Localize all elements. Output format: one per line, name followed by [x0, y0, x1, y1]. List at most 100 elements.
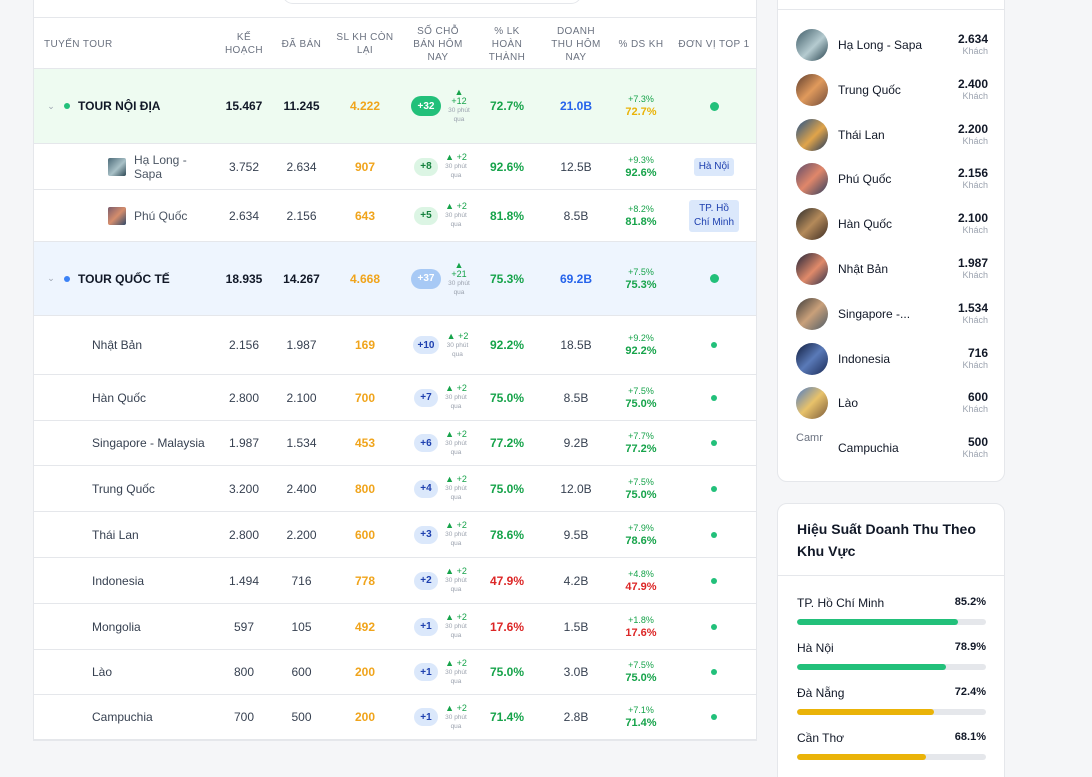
table-row[interactable]: Campuchia 700 500 200 +1 ▲ +2 30 phút qua 71.4%…	[34, 695, 756, 740]
cell-remaining: 4.222	[349, 99, 381, 113]
group-row-international[interactable]: ⌄ TOUR QUỐC TẾ 18.935 14.267 4.668 +37 ▲…	[34, 242, 756, 316]
broken-image-icon: Camr	[796, 432, 823, 445]
up-arrow-icon: ▲ +2	[445, 702, 467, 713]
cell-revenue: 1.5B	[563, 619, 589, 634]
table-row[interactable]: Singapore - Malaysia 1.987 1.534 453 +6 ▲ +2 3…	[34, 421, 756, 466]
chevron-down-icon[interactable]: ⌄	[44, 101, 58, 112]
cell-sold: 11.245	[283, 99, 320, 113]
cell-done: 75.0%	[489, 481, 525, 496]
cell-remaining: 169	[354, 338, 376, 352]
destination-item[interactable]: Trung Quốc 2.400 Khách	[796, 73, 988, 107]
destination-item[interactable]: Singapore -... 1.534 Khách	[796, 297, 988, 331]
table-row[interactable]: Mongolia 597 105 492 +1 ▲ +2 30 phút qua 17.6% 1…	[34, 604, 756, 650]
destination-item[interactable]: Nhật Bản 1.987 Khách	[796, 252, 988, 286]
group-row-domestic[interactable]: ⌄ TOUR NỘI ĐỊA 15.467 11.245 4.222 +32 ▲…	[34, 69, 756, 144]
destination-name: Campuchia	[838, 441, 899, 456]
destination-value: 2.200	[957, 121, 988, 136]
up-arrow-icon: ▲ +2	[445, 201, 467, 211]
cell-revenue: 9.5B	[563, 527, 589, 542]
cell-plan: 800	[233, 665, 255, 679]
progress-track	[797, 709, 986, 715]
cell-sold: 1.534	[286, 436, 317, 450]
destination-avatar	[796, 29, 828, 61]
phuquoc-thumb-icon	[108, 206, 126, 225]
col-unit[interactable]: ĐƠN VỊ TOP 1	[674, 18, 754, 70]
col-plan[interactable]: KẾ HOẠCH	[214, 18, 274, 70]
today-badge: +4	[414, 479, 438, 498]
progress-track	[797, 754, 986, 760]
cell-done: 75.0%	[489, 390, 525, 405]
destination-item[interactable]: Lào 600 Khách	[796, 386, 988, 420]
status-dot-icon	[711, 623, 717, 630]
cell-done: 71.4%	[489, 710, 525, 724]
up-arrow-icon: ▲ +2	[446, 330, 469, 341]
cell-revenue: 8.5B	[563, 390, 589, 405]
destination-name: Indonesia	[838, 351, 891, 366]
table-row[interactable]: Nhật Bản 2.156 1.987 169 +10 ▲ +2 30 phút qua 9…	[34, 316, 756, 375]
destination-item[interactable]: Thái Lan 2.200 Khách	[796, 118, 988, 152]
col-ds[interactable]: % DS KH	[614, 18, 668, 70]
col-revenue[interactable]: DOANH THU HÔM NAY	[541, 18, 611, 70]
cell-revenue: 3.0B	[563, 665, 589, 679]
unit-tag[interactable]: TP. Hồ Chí Minh	[689, 199, 739, 232]
cell-done: 78.6%	[489, 527, 525, 542]
route-name: Thái Lan	[92, 527, 139, 542]
col-done[interactable]: % LK HOÀN THÀNH	[479, 18, 535, 70]
tour-sales-table: TUYẾN TOUR KẾ HOẠCH ĐÃ BÁN SL KH CÒN LẠI…	[33, 0, 757, 741]
route-name: Nhật Bản	[92, 338, 143, 352]
group-dot-icon	[64, 275, 70, 282]
today-badge: +1	[414, 617, 438, 636]
region-value: 85.2%	[954, 596, 986, 608]
route-name: Mongolia	[92, 619, 141, 634]
table-row[interactable]: Hạ Long - Sapa 3.752 2.634 907 +8 ▲ +2 3…	[34, 144, 756, 190]
destination-item[interactable]: Hạ Long - Sapa 2.634 Khách	[796, 28, 988, 62]
region-value: 78.9%	[954, 641, 986, 653]
col-sold[interactable]: ĐÃ BÁN	[274, 18, 329, 70]
table-row[interactable]: Phú Quốc 2.634 2.156 643 +5 ▲ +2 30 phút…	[34, 190, 756, 242]
destination-item[interactable]: Hàn Quốc 2.100 Khách	[796, 207, 988, 241]
destination-unit: Khách	[962, 135, 988, 146]
destination-unit: Khách	[962, 404, 988, 415]
table-row[interactable]: Hàn Quốc 2.800 2.100 700 +7 ▲ +2 30 phút qua 75…	[34, 375, 756, 421]
today-badge: +7	[414, 388, 438, 407]
cell-remaining: 800	[354, 481, 376, 496]
cell-plan: 15.467	[225, 99, 263, 113]
col-remaining[interactable]: SL KH CÒN LẠI	[332, 18, 398, 70]
cell-remaining: 600	[354, 527, 376, 542]
table-row[interactable]: Indonesia 1.494 716 778 +2 ▲ +2 30 phút qua 47.…	[34, 558, 756, 604]
today-badge: +6	[414, 434, 438, 452]
destination-unit: Khách	[962, 449, 988, 460]
cell-remaining: 700	[354, 390, 376, 405]
destination-item[interactable]: Phú Quốc 2.156 Khách	[796, 162, 988, 196]
region-label: TP. Hồ Chí Minh	[797, 596, 885, 610]
destination-name: Hàn Quốc	[838, 217, 893, 232]
destination-item[interactable]: Indonesia 716 Khách	[796, 342, 988, 376]
status-dot-icon	[711, 485, 717, 492]
delta-info: ▲ +2 30 phút qua	[445, 520, 467, 548]
group-name: TOUR QUỐC TẾ	[78, 271, 170, 286]
top-destinations-card: Hạ Long - Sapa 2.634 Khách Trung Quốc 2.400 K…	[777, 0, 1005, 482]
up-arrow-icon: ▲ +2	[445, 520, 467, 530]
table-row[interactable]: Thái Lan 2.800 2.200 600 +3 ▲ +2 30 phút qua 78…	[34, 512, 756, 558]
destination-value: 1.987	[957, 256, 988, 270]
col-today[interactable]: SỐ CHỖ BÁN HÔM NAY	[406, 18, 470, 70]
up-arrow-icon: ▲ +2	[445, 383, 467, 393]
cell-sold: 716	[291, 573, 312, 588]
top-search-stub[interactable]	[282, 0, 582, 4]
col-route[interactable]: TUYẾN TOUR	[44, 18, 214, 70]
table-row[interactable]: Lào 800 600 200 +1 ▲ +2 30 phút qua 75.0% 3.0B +7…	[34, 650, 756, 695]
unit-tag[interactable]: Hà Nội	[693, 157, 735, 176]
route-name: Indonesia	[92, 573, 145, 588]
revenue-performance-card: Hiệu Suất Doanh Thu Theo Khu Vực TP. Hồ …	[777, 503, 1005, 777]
chevron-down-icon[interactable]: ⌄	[44, 273, 58, 284]
status-dot-icon	[711, 577, 717, 584]
up-arrow-icon: ▲ +2	[445, 612, 467, 622]
halong-thumb-icon	[108, 157, 126, 176]
cell-plan: 2.800	[228, 390, 260, 405]
destination-item[interactable]: Camr Campuchia 500 Khách	[796, 431, 988, 465]
cell-revenue: 4.2B	[563, 573, 589, 588]
destination-name: Singapore -...	[838, 306, 911, 321]
table-row[interactable]: Trung Quốc 3.200 2.400 800 +4 ▲ +2 30 phút qua…	[34, 466, 756, 512]
status-dot-icon	[711, 531, 717, 538]
route-name: Singapore - Malaysia	[92, 436, 205, 450]
